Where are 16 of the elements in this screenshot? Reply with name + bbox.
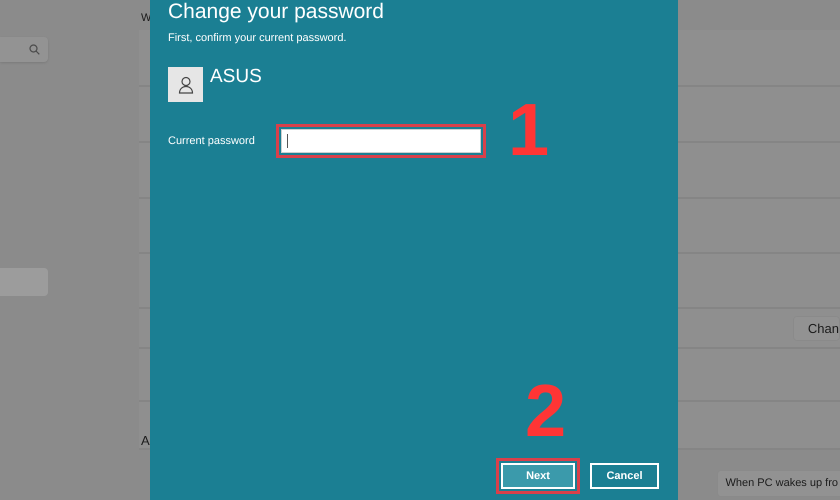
section-heading: A [141,433,150,448]
user-avatar-icon [168,67,203,102]
password-field[interactable] [281,129,481,153]
account-name: ASUS [210,66,262,88]
search-icon [29,44,40,55]
change-button[interactable]: Chan [792,316,840,340]
field-label: Current password [168,135,256,147]
step-number: 1 [508,100,550,160]
cancel-button[interactable]: Cancel [590,463,659,489]
search-field[interactable] [0,37,48,62]
text-cursor [287,134,288,148]
dropdown[interactable]: When PC wakes up fro [716,470,840,497]
dialog-title: Change your password [168,0,384,24]
dialog-subtitle: First, confirm your current password. [168,32,346,44]
step-number: 2 [525,381,566,441]
next-button[interactable]: Next [501,463,575,489]
